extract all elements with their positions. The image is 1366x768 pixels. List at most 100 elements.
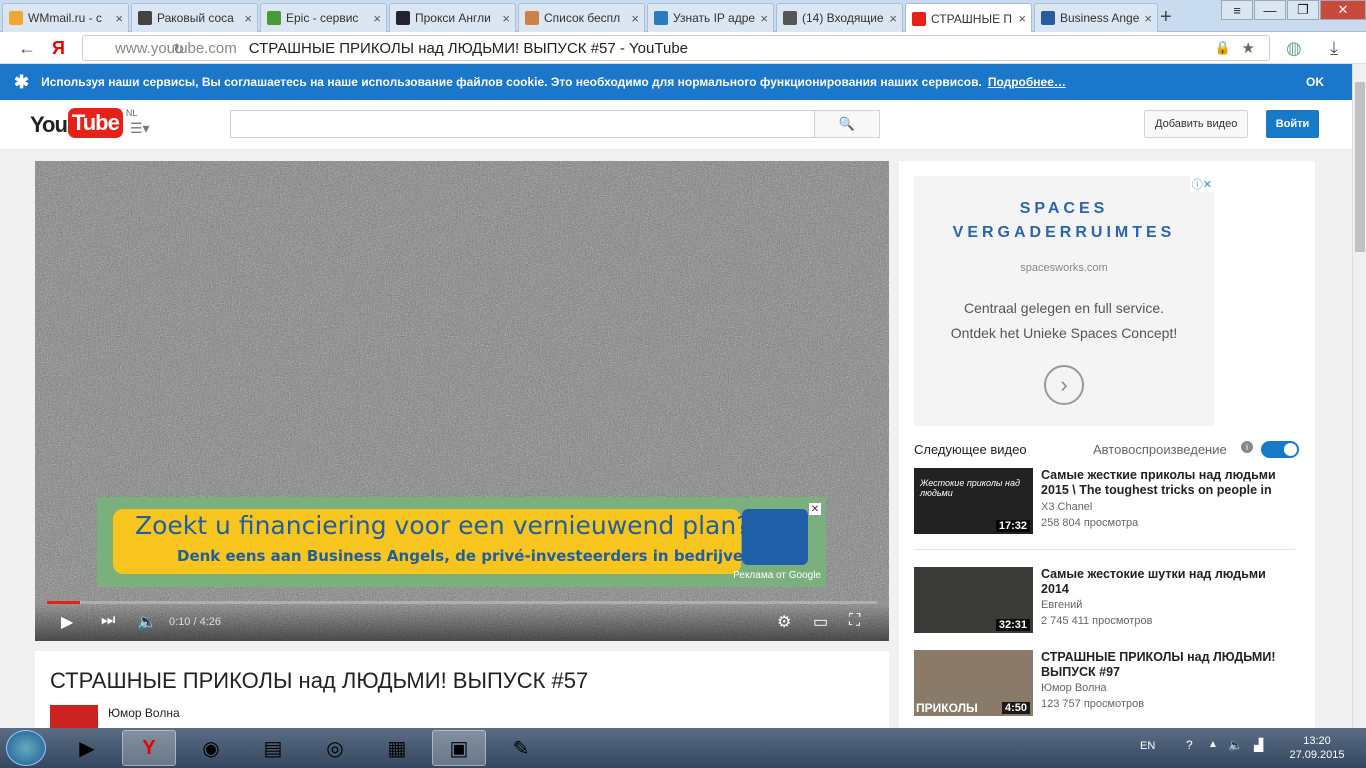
guide-menu-icon[interactable]: ☰▾ (130, 120, 150, 137)
browser-tab[interactable]: Business Ange × (1034, 3, 1158, 32)
menu-icon[interactable]: ≡ (1221, 0, 1253, 20)
sidebar-ad[interactable]: ⓘ✕ SPACES VERGADERRUIMTES spacesworks.co… (914, 176, 1214, 426)
cookie-banner: ✱ Используя наши сервисы, Вы соглашаетес… (0, 64, 1352, 100)
clock[interactable]: 13:20 27.09.2015 (1288, 734, 1346, 762)
firefox-icon[interactable]: ◎ (308, 730, 362, 766)
youtube-icon (912, 11, 926, 26)
youtube-header: You Tube NL ☰▾ 🔍 Добавить видео Войти (0, 100, 1352, 150)
chrome-icon[interactable]: ◉ (184, 730, 238, 766)
close-icon[interactable]: × (502, 11, 510, 26)
help-icon[interactable]: ? (1186, 738, 1193, 752)
close-icon[interactable]: × (115, 11, 123, 26)
calculator-icon[interactable]: ▦ (370, 730, 424, 766)
maximize-icon[interactable]: ❐ (1287, 0, 1319, 20)
cookie-more-link[interactable]: Подробнее… (988, 75, 1066, 89)
browser-tab-active[interactable]: СТРАШНЫЕ П × (905, 3, 1032, 33)
autoplay-toggle[interactable] (1261, 441, 1299, 458)
paint-icon[interactable]: ✎ (494, 730, 548, 766)
yandex-browser-icon[interactable]: Y (122, 730, 176, 766)
back-icon[interactable]: ← (18, 38, 36, 59)
channel-name[interactable]: Юмор Волна (108, 706, 180, 720)
remote-desktop-icon[interactable]: ▣ (432, 730, 486, 766)
lock-icon: 🔒 (1214, 40, 1231, 55)
autoplay-label: Автовоспроизведение (1093, 442, 1227, 457)
star-icon[interactable]: ★ (1242, 39, 1255, 57)
next-icon[interactable]: ⏭ (101, 612, 115, 630)
browser-tab[interactable]: (14) Входящие × (776, 3, 903, 32)
video-thumbnail[interactable]: Жестокие приколы над людьми 17:32 (914, 468, 1033, 534)
overlay-ad[interactable]: Zoekt u financiering voor een vernieuwen… (97, 497, 826, 587)
globe-icon[interactable]: ◍ (1286, 38, 1302, 59)
browser-tab[interactable]: Epic - сервис × (260, 3, 387, 32)
search-button[interactable]: 🔍 (814, 110, 880, 138)
ad-credit: Реклама от Google (733, 570, 821, 581)
close-window-icon[interactable]: ✕ (1320, 0, 1366, 20)
kvk-logo (742, 509, 808, 565)
reload-icon[interactable]: ↻ (173, 41, 185, 58)
browser-tab-bar: WMmail.ru - с × Раковый соса × Epic - серв… (0, 0, 1366, 33)
video-thumbnail[interactable]: 32:31 (914, 567, 1033, 633)
fullscreen-icon[interactable]: ⛶ (849, 612, 860, 630)
explorer-icon[interactable]: ▤ (246, 730, 300, 766)
download-icon[interactable]: ⤓ (1330, 38, 1338, 59)
address-bar-row: ← Я ↻ www.youtube.com СТРАШНЫЕ ПРИКОЛЫ н… (0, 32, 1366, 64)
minimize-icon[interactable]: — (1254, 0, 1286, 20)
new-tab-button[interactable]: + (1160, 6, 1172, 29)
media-player-icon[interactable]: ▶ (60, 730, 114, 766)
browser-tab[interactable]: WMmail.ru - с × (2, 3, 129, 32)
yandex-icon[interactable]: Я (52, 38, 65, 59)
start-button[interactable] (6, 730, 46, 766)
close-icon[interactable]: × (244, 11, 252, 26)
scrollbar-thumb[interactable] (1355, 82, 1365, 252)
region-label: NL (125, 108, 138, 118)
youtube-logo[interactable]: You Tube NL (30, 108, 137, 138)
upload-button[interactable]: Добавить видео (1144, 110, 1249, 138)
close-icon[interactable]: × (1018, 11, 1026, 26)
language-indicator[interactable]: EN (1140, 740, 1155, 752)
ad-close-icon[interactable]: ✕ (808, 502, 822, 516)
browser-tab[interactable]: Узнать IP адре × (647, 3, 774, 32)
cookie-ok-button[interactable]: OK (1306, 75, 1324, 89)
page-scrollbar[interactable] (1352, 64, 1366, 728)
close-icon[interactable]: × (631, 11, 639, 26)
signin-button[interactable]: Войти (1266, 110, 1319, 138)
divider (914, 549, 1295, 550)
list-item[interactable]: ПРИКОЛЫ 4:50 СТРАШНЫЕ ПРИКОЛЫ над ЛЮДЬМИ… (914, 650, 1299, 720)
adchoices-icon[interactable]: ⓘ✕ (1189, 176, 1214, 192)
close-icon[interactable]: × (373, 11, 381, 26)
player-controls: ▶ ⏭ 🔈 0:10 / 4:26 ⚙ ▭ ⛶ (35, 604, 889, 641)
list-item[interactable]: Жестокие приколы над людьми 17:32 Самые … (914, 468, 1299, 538)
theater-mode-icon[interactable]: ▭ (813, 612, 828, 632)
settings-icon[interactable]: ⚙ (777, 612, 791, 632)
mail-icon (783, 11, 797, 25)
browser-tab[interactable]: Раковый соса × (131, 3, 258, 32)
video-title[interactable]: Самые жесткие приколы над людьми 2015 \ … (1041, 468, 1291, 498)
browser-tab[interactable]: Прокси Англи × (389, 3, 516, 32)
address-field[interactable]: ↻ www.youtube.com СТРАШНЫЕ ПРИКОЛЫ над Л… (82, 35, 1270, 61)
video-title[interactable]: Самые жестокие шутки над людьми 2014 (1041, 567, 1291, 597)
close-icon[interactable]: × (760, 11, 768, 26)
tray-arrow-icon[interactable]: ▲ (1208, 739, 1218, 750)
browser-tab[interactable]: Список беспл × (518, 3, 645, 32)
video-title: СТРАШНЫЕ ПРИКОЛЫ над ЛЮДЬМИ! ВЫПУСК #57 (50, 668, 589, 693)
volume-icon[interactable]: 🔈 (1228, 738, 1243, 752)
video-player[interactable]: Zoekt u financiering voor een vernieuwen… (35, 161, 889, 641)
volume-icon[interactable]: 🔈 (137, 612, 157, 632)
video-title[interactable]: СТРАШНЫЕ ПРИКОЛЫ над ЛЮДЬМИ! ВЫПУСК #97 (1041, 650, 1291, 680)
video-thumbnail[interactable]: ПРИКОЛЫ 4:50 (914, 650, 1033, 716)
address-title: СТРАШНЫЕ ПРИКОЛЫ над ЛЮДЬМИ! ВЫПУСК #57 … (248, 39, 688, 57)
terminal-icon (396, 11, 410, 25)
close-icon[interactable]: × (1144, 11, 1152, 26)
search-input[interactable] (230, 110, 815, 138)
business-angels-icon (1041, 11, 1055, 25)
up-next-heading: Следующее видео (914, 442, 1027, 457)
sidebar: ⓘ✕ SPACES VERGADERRUIMTES spacesworks.co… (899, 161, 1315, 741)
info-icon[interactable]: i (1241, 441, 1253, 453)
network-icon[interactable]: ▟ (1254, 738, 1263, 752)
list-item[interactable]: 32:31 Самые жестокие шутки над людьми 20… (914, 567, 1299, 637)
close-icon[interactable]: × (889, 11, 897, 26)
wmmail-icon (9, 11, 23, 25)
chevron-right-icon[interactable]: › (1044, 365, 1084, 405)
windows-taskbar: ▶ Y ◉ ▤ ◎ ▦ ▣ ✎ EN ? ▲ 🔈 ▟ 13:20 27.09.2… (0, 728, 1366, 768)
play-icon[interactable]: ▶ (61, 612, 73, 632)
